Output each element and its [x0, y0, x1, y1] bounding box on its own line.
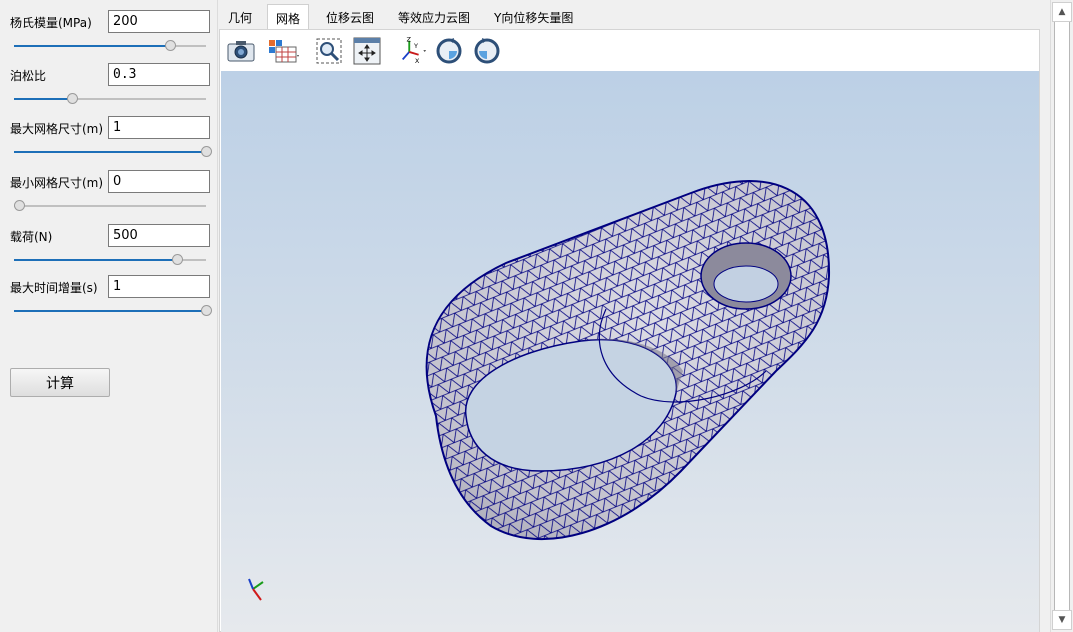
poisson-ratio-slider[interactable]	[14, 93, 206, 105]
rotate-ccw-icon[interactable]	[472, 36, 502, 66]
scrollbar-thumb[interactable]	[1054, 22, 1070, 610]
param-label: 最小网格尺寸(m)	[10, 176, 104, 190]
3d-viewport[interactable]	[221, 71, 1039, 632]
load-slider[interactable]	[14, 254, 206, 266]
param-label: 最大网格尺寸(m)	[10, 122, 104, 136]
tab-von-mises-contour[interactable]: 等效应力云图	[390, 4, 478, 29]
camera-icon[interactable]	[226, 36, 256, 66]
vertical-scrollbar[interactable]: ▲ ▼	[1050, 0, 1072, 632]
fit-view-icon[interactable]	[352, 36, 382, 66]
max-time-increment-slider[interactable]	[14, 305, 212, 317]
tab-y-displacement-vector[interactable]: Y向位移矢量图	[486, 4, 581, 29]
param-label: 杨氏模量(MPa)	[10, 16, 92, 30]
param-label: 最大时间增量(s)	[10, 281, 98, 295]
param-label: 泊松比	[10, 69, 47, 83]
scroll-down-icon[interactable]: ▼	[1052, 610, 1072, 630]
tab-content: ZYX	[219, 29, 1040, 632]
youngs-modulus-slider[interactable]	[14, 40, 206, 52]
load-input[interactable]	[108, 224, 210, 247]
max-time-increment-input[interactable]	[108, 275, 210, 298]
svg-text:Z: Z	[406, 36, 411, 44]
axes-orientation-icon[interactable]: ZYX	[398, 36, 428, 66]
rotate-cw-icon[interactable]	[434, 36, 464, 66]
mesh-model	[425, 180, 831, 541]
youngs-modulus-input[interactable]	[108, 10, 210, 33]
app-window: 杨氏模量(MPa) 泊松比 最大网格尺寸(m) 最小网格尺寸(m) 载荷(N) …	[0, 0, 1073, 632]
scroll-up-icon[interactable]: ▲	[1052, 2, 1072, 22]
poisson-ratio-input[interactable]	[108, 63, 210, 86]
tab-mesh[interactable]: 网格	[267, 4, 310, 30]
param-label: 载荷(N)	[10, 230, 53, 244]
svg-text:Y: Y	[413, 42, 419, 50]
min-mesh-size-input[interactable]	[108, 170, 210, 193]
zoom-box-icon[interactable]	[314, 36, 344, 66]
tab-geometry[interactable]: 几何	[220, 4, 260, 29]
svg-text:X: X	[415, 57, 420, 65]
max-mesh-size-input[interactable]	[108, 116, 210, 139]
tab-displacement-contour[interactable]: 位移云图	[318, 4, 382, 29]
display-mode-icon[interactable]	[266, 36, 302, 66]
min-mesh-size-slider[interactable]	[14, 200, 206, 212]
max-mesh-size-slider[interactable]	[14, 146, 212, 158]
calculate-button[interactable]: 计算	[10, 368, 110, 397]
parameter-panel: 杨氏模量(MPa) 泊松比 最大网格尺寸(m) 最小网格尺寸(m) 载荷(N) …	[0, 0, 218, 632]
view-toolbar: ZYX	[220, 30, 1039, 71]
orientation-axes-indicator	[248, 578, 264, 601]
